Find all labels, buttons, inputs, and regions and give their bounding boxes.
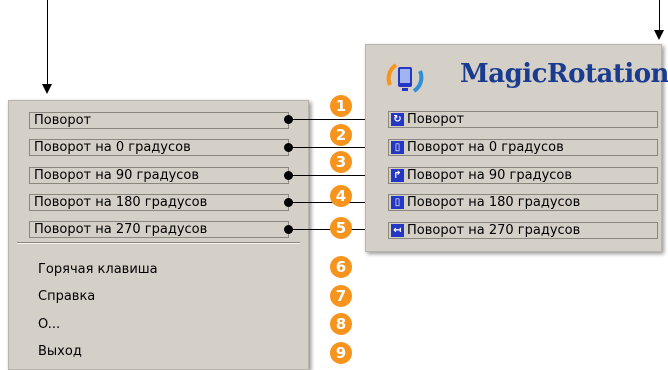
magicrotation-panel: MagicRotation ↻ Поворот ▯ Поворот на 0 г…: [365, 44, 668, 252]
badge-8: 8: [330, 313, 352, 335]
menu-item-rotate[interactable]: Поворот: [29, 112, 289, 129]
panel-item-label: Поворот на 180 градусов: [407, 195, 581, 210]
rotate-180-icon: ▯: [391, 196, 404, 209]
right-pointer-arrow-icon: [654, 30, 664, 40]
panel-item-label: Поворот на 0 градусов: [407, 140, 564, 155]
magicrotation-logo-icon: [386, 63, 424, 93]
badge-9: 9: [330, 342, 352, 364]
menu-item-exit[interactable]: Выход: [38, 344, 82, 359]
left-pointer-line: [47, 0, 48, 86]
panel-item-rotate-0[interactable]: ▯ Поворот на 0 градусов: [388, 139, 658, 156]
panel-item-label: Поворот на 270 градусов: [407, 223, 581, 238]
panel-item-rotate-180[interactable]: ▯ Поворот на 180 градусов: [388, 194, 658, 211]
badge-5: 5: [330, 217, 352, 239]
panel-item-label: Поворот на 90 градусов: [407, 168, 573, 183]
left-pointer-arrow-icon: [42, 84, 52, 94]
panel-item-rotate-90[interactable]: ↱ Поворот на 90 градусов: [388, 167, 658, 184]
rotate-90-icon: ↱: [391, 169, 404, 182]
menu-item-help[interactable]: Справка: [38, 289, 95, 304]
menu-item-hotkey[interactable]: Горячая клавиша: [38, 262, 158, 277]
badge-1: 1: [330, 95, 352, 117]
menu-item-rotate-90[interactable]: Поворот на 90 градусов: [29, 167, 289, 184]
context-menu: Поворот Поворот на 0 градусов Поворот на…: [8, 100, 309, 370]
menu-item-rotate-0[interactable]: Поворот на 0 градусов: [29, 139, 289, 156]
badge-2: 2: [330, 124, 352, 146]
rotate-icon: ↻: [391, 113, 404, 126]
rotate-270-icon: ↤: [391, 224, 404, 237]
menu-separator: [17, 242, 300, 244]
panel-item-rotate[interactable]: ↻ Поворот: [388, 111, 658, 128]
badge-7: 7: [330, 285, 352, 307]
badge-3: 3: [330, 151, 352, 173]
panel-item-rotate-270[interactable]: ↤ Поворот на 270 градусов: [388, 222, 658, 239]
panel-title: MagicRotation: [460, 59, 668, 89]
menu-item-rotate-270[interactable]: Поворот на 270 градусов: [29, 221, 289, 238]
panel-item-label: Поворот: [407, 112, 465, 127]
badge-4: 4: [330, 185, 352, 207]
badge-6: 6: [330, 256, 352, 278]
menu-item-rotate-180[interactable]: Поворот на 180 градусов: [29, 194, 289, 211]
menu-item-about[interactable]: O...: [38, 317, 60, 332]
rotate-0-icon: ▯: [391, 141, 404, 154]
right-pointer-line: [659, 0, 660, 32]
